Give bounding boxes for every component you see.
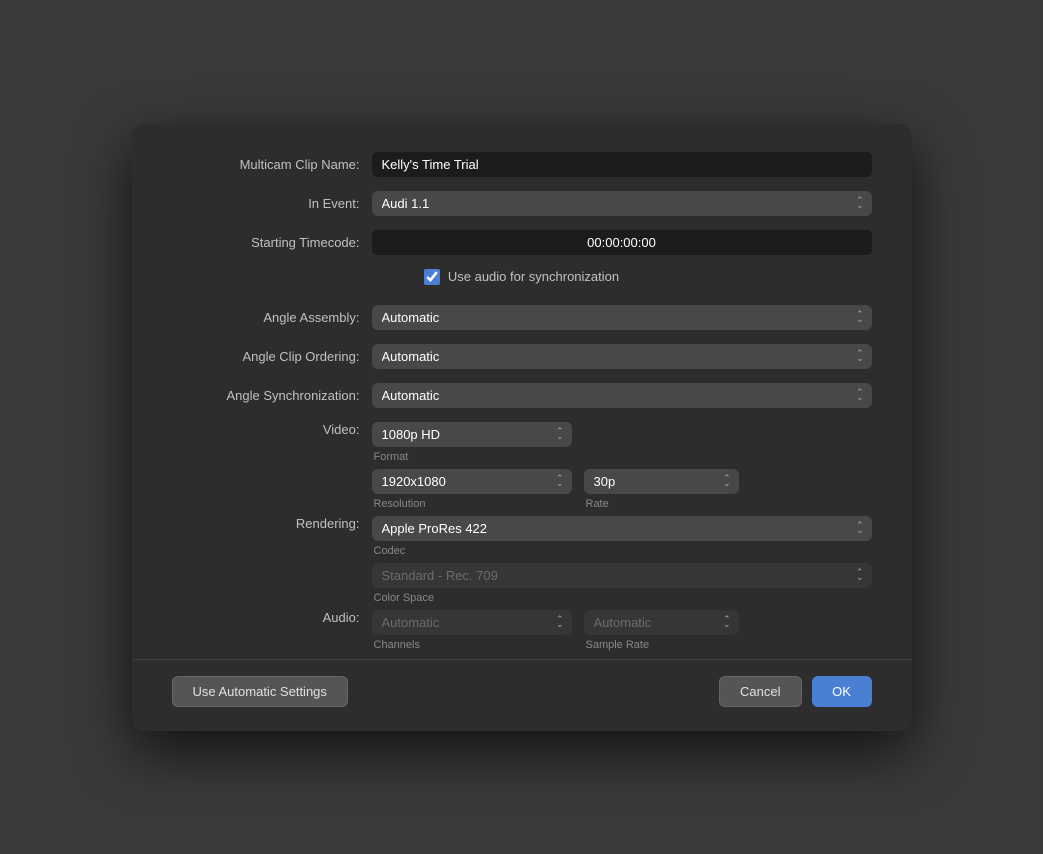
- rendering-label: Rendering:: [172, 516, 372, 531]
- angle-clip-ordering-field: Automatic Timecode Content Created: [372, 344, 872, 369]
- channels-select[interactable]: Automatic Stereo Surround: [372, 610, 572, 635]
- rendering-codec-group: Apple ProRes 422 Apple ProRes 422 HQ App…: [372, 516, 872, 557]
- audio-sync-text: Use audio for synchronization: [448, 269, 619, 284]
- resolution-rate-inline: 1920x1080 1280x720 3840x2160 Resolution …: [372, 469, 872, 510]
- audio-sync-row: Use audio for synchronization: [172, 269, 872, 285]
- clip-name-label: Multicam Clip Name:: [172, 157, 372, 172]
- footer-right-buttons: Cancel OK: [719, 676, 871, 707]
- video-format-hint: Format: [372, 451, 872, 463]
- ok-button[interactable]: OK: [812, 676, 872, 707]
- angle-sync-wrapper: Automatic Timecode Content Created First…: [372, 383, 872, 408]
- video-format-select[interactable]: 1080p HD 720p HD 2160p 4K Custom: [372, 422, 572, 447]
- new-multicam-clip-dialog: Multicam Clip Name: In Event: Audi 1.1 S…: [132, 124, 912, 731]
- angle-clip-ordering-label: Angle Clip Ordering:: [172, 349, 372, 364]
- timecode-input[interactable]: [372, 230, 872, 255]
- rate-group: 23.98p 24p 25p 29.97p 30p 50p 59.94p 60p: [584, 469, 739, 510]
- angle-assembly-wrapper: Automatic Camera Angle Camera Name Clip …: [372, 305, 872, 330]
- angle-clip-ordering-select[interactable]: Automatic Timecode Content Created: [372, 344, 872, 369]
- rendering-codec-select[interactable]: Apple ProRes 422 Apple ProRes 422 HQ App…: [372, 516, 872, 541]
- video-format-wrapper: 1080p HD 720p HD 2160p 4K Custom: [372, 422, 572, 447]
- use-automatic-settings-button[interactable]: Use Automatic Settings: [172, 676, 348, 707]
- color-space-hint: Color Space: [372, 592, 872, 604]
- resolution-select[interactable]: 1920x1080 1280x720 3840x2160: [372, 469, 572, 494]
- cancel-button[interactable]: Cancel: [719, 676, 801, 707]
- video-label: Video:: [172, 422, 372, 437]
- angle-clip-ordering-wrapper: Automatic Timecode Content Created: [372, 344, 872, 369]
- audio-sync-checkbox[interactable]: [424, 269, 440, 285]
- audio-sync-label[interactable]: Use audio for synchronization: [424, 269, 619, 285]
- angle-sync-select[interactable]: Automatic Timecode Content Created First…: [372, 383, 872, 408]
- audio-label: Audio:: [172, 610, 372, 625]
- timecode-field: [372, 230, 872, 255]
- angle-assembly-label: Angle Assembly:: [172, 310, 372, 325]
- angle-clip-ordering-row: Angle Clip Ordering: Automatic Timecode …: [172, 344, 872, 369]
- angle-assembly-row: Angle Assembly: Automatic Camera Angle C…: [172, 305, 872, 330]
- rendering-codec-hint: Codec: [372, 545, 872, 557]
- video-row: Video: 1080p HD 720p HD 2160p 4K Custom …: [172, 422, 872, 463]
- channels-group: Automatic Stereo Surround Channels: [372, 610, 572, 651]
- timecode-row: Starting Timecode:: [172, 230, 872, 255]
- rendering-fields: Apple ProRes 422 Apple ProRes 422 HQ App…: [372, 516, 872, 557]
- in-event-select-wrapper: Audi 1.1: [372, 191, 872, 216]
- timecode-label: Starting Timecode:: [172, 235, 372, 250]
- color-space-wrapper: Standard - Rec. 709 Wide Gamut - Rec. 20…: [372, 563, 872, 588]
- sample-rate-wrapper: Automatic 32 kHz 44.1 kHz 48 kHz 88.2 kH…: [584, 610, 739, 635]
- rate-wrapper: 23.98p 24p 25p 29.97p 30p 50p 59.94p 60p: [584, 469, 739, 494]
- angle-sync-field: Automatic Timecode Content Created First…: [372, 383, 872, 408]
- color-space-group: Standard - Rec. 709 Wide Gamut - Rec. 20…: [372, 563, 872, 604]
- in-event-field: Audi 1.1: [372, 191, 872, 216]
- video-fields: 1080p HD 720p HD 2160p 4K Custom Format: [372, 422, 872, 463]
- rate-hint: Rate: [584, 498, 739, 510]
- video-format-group: 1080p HD 720p HD 2160p 4K Custom Format: [372, 422, 872, 463]
- in-event-row: In Event: Audi 1.1: [172, 191, 872, 216]
- angle-sync-label: Angle Synchronization:: [172, 388, 372, 403]
- rate-select[interactable]: 23.98p 24p 25p 29.97p 30p 50p 59.94p 60p: [584, 469, 739, 494]
- sample-rate-hint: Sample Rate: [584, 639, 739, 651]
- resolution-hint: Resolution: [372, 498, 572, 510]
- sample-rate-select[interactable]: Automatic 32 kHz 44.1 kHz 48 kHz 88.2 kH…: [584, 610, 739, 635]
- audio-inline: Automatic Stereo Surround Channels Autom…: [372, 610, 872, 651]
- audio-row: Audio: Automatic Stereo Surround Ch: [172, 610, 872, 651]
- in-event-select[interactable]: Audi 1.1: [372, 191, 872, 216]
- color-space-select[interactable]: Standard - Rec. 709 Wide Gamut - Rec. 20…: [372, 563, 872, 588]
- clip-name-row: Multicam Clip Name:: [172, 152, 872, 177]
- clip-name-field: [372, 152, 872, 177]
- channels-hint: Channels: [372, 639, 572, 651]
- resolution-rate-row: 1920x1080 1280x720 3840x2160 Resolution …: [172, 469, 872, 510]
- color-space-row: Standard - Rec. 709 Wide Gamut - Rec. 20…: [172, 563, 872, 604]
- audio-fields: Automatic Stereo Surround Channels Autom…: [372, 610, 872, 651]
- angle-assembly-field: Automatic Camera Angle Camera Name Clip …: [372, 305, 872, 330]
- in-event-label: In Event:: [172, 196, 372, 211]
- angle-sync-row: Angle Synchronization: Automatic Timecod…: [172, 383, 872, 408]
- resolution-wrapper: 1920x1080 1280x720 3840x2160: [372, 469, 572, 494]
- angle-assembly-select[interactable]: Automatic Camera Angle Camera Name Clip …: [372, 305, 872, 330]
- clip-name-input[interactable]: [372, 152, 872, 177]
- resolution-group: 1920x1080 1280x720 3840x2160 Resolution: [372, 469, 572, 510]
- rendering-row: Rendering: Apple ProRes 422 Apple ProRes…: [172, 516, 872, 557]
- resolution-rate-fields: 1920x1080 1280x720 3840x2160 Resolution …: [372, 469, 872, 510]
- rendering-codec-wrapper: Apple ProRes 422 Apple ProRes 422 HQ App…: [372, 516, 872, 541]
- dialog-footer: Use Automatic Settings Cancel OK: [132, 659, 912, 707]
- color-space-fields: Standard - Rec. 709 Wide Gamut - Rec. 20…: [372, 563, 872, 604]
- channels-wrapper: Automatic Stereo Surround: [372, 610, 572, 635]
- sample-rate-group: Automatic 32 kHz 44.1 kHz 48 kHz 88.2 kH…: [584, 610, 739, 651]
